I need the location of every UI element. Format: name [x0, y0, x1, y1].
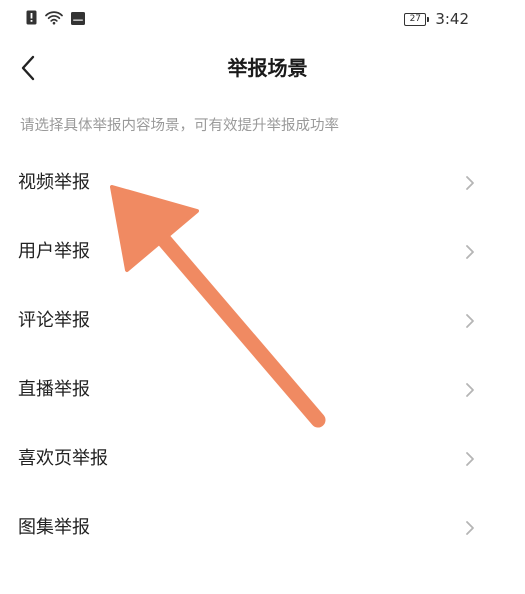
battery-level: 27 [404, 12, 427, 26]
page-title: 举报场景 [227, 56, 308, 80]
report-item-gallery[interactable]: 图集举报 [0, 493, 505, 562]
chevron-right-icon [463, 173, 477, 193]
report-item-label: 图集举报 [18, 516, 90, 538]
alert-icon [26, 10, 37, 29]
report-item-likes-page[interactable]: 喜欢页举报 [0, 424, 505, 493]
report-item-label: 评论举报 [18, 309, 90, 331]
chevron-right-icon [463, 518, 477, 538]
report-item-label: 用户举报 [18, 240, 90, 262]
status-time: 3:42 [435, 10, 469, 28]
report-item-label: 喜欢页举报 [18, 447, 108, 469]
status-icons-left [26, 10, 85, 28]
report-item-comment[interactable]: 评论举报 [0, 286, 505, 355]
report-option-list: 视频举报 用户举报 评论举报 直播举报 喜欢页举报 图集举报 [0, 148, 505, 562]
chevron-right-icon [463, 380, 477, 400]
report-item-label: 视频举报 [18, 171, 90, 193]
report-scene-screen: 27 3:42 举报场景 请选择具体举报内容场景，可有效提升举报成功率 视频举报… [0, 0, 525, 594]
chevron-left-icon [21, 55, 35, 81]
instruction-text: 请选择具体举报内容场景，可有效提升举报成功率 [20, 118, 339, 134]
report-item-live[interactable]: 直播举报 [0, 355, 505, 424]
report-item-label: 直播举报 [18, 378, 90, 400]
status-bar: 27 3:42 [0, 0, 525, 38]
back-button[interactable] [8, 48, 48, 88]
hd-icon [71, 10, 85, 29]
battery-icon: 27 [404, 12, 430, 26]
header: 举报场景 [0, 38, 525, 98]
status-icons-right: 27 3:42 [404, 9, 469, 29]
chevron-right-icon [463, 311, 477, 331]
report-item-user[interactable]: 用户举报 [0, 217, 505, 286]
wifi-icon [45, 10, 63, 29]
report-item-video[interactable]: 视频举报 [0, 148, 505, 217]
chevron-right-icon [463, 449, 477, 469]
chevron-right-icon [463, 242, 477, 262]
